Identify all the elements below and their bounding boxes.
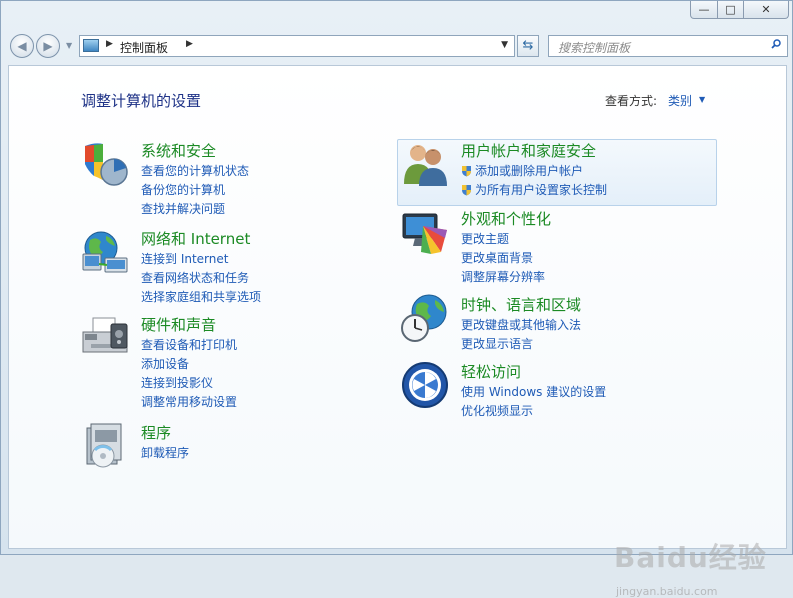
printer-icon[interactable] — [81, 314, 129, 362]
category-link[interactable]: 更改显示语言 — [461, 335, 533, 352]
category-link[interactable]: 更改主题 — [461, 230, 509, 247]
view-by-dropdown[interactable]: 类别 — [668, 92, 692, 109]
content-pane: 调整计算机的设置 查看方式: 类别 ▼ 系统和安全 查看您的计算机状态 备份您的… — [8, 65, 787, 598]
title-bar: — □ ✕ — [1, 1, 792, 29]
uac-shield-icon — [462, 166, 471, 177]
category-link[interactable]: 选择家庭组和共享选项 — [141, 288, 261, 305]
clock-globe-icon[interactable] — [401, 294, 449, 342]
category-title[interactable]: 系统和安全 — [141, 140, 216, 161]
uac-shield-icon — [462, 185, 471, 196]
category-link[interactable]: 查找并解决问题 — [141, 200, 225, 217]
recent-pages-dropdown-icon[interactable]: ▼ — [66, 41, 72, 50]
category-title[interactable]: 硬件和声音 — [141, 314, 216, 335]
appearance-icon[interactable] — [401, 208, 449, 256]
search-icon[interactable] — [771, 39, 781, 49]
category-link[interactable]: 添加或删除用户帐户 — [461, 162, 583, 179]
category-title[interactable]: 时钟、语言和区域 — [461, 294, 581, 315]
chevron-down-icon[interactable]: ▼ — [699, 95, 705, 104]
refresh-icon: ⇆ — [522, 38, 534, 53]
category-link[interactable]: 连接到投影仪 — [141, 374, 213, 391]
view-by-label: 查看方式: — [605, 94, 658, 108]
network-globe-icon[interactable] — [81, 228, 129, 276]
programs-icon[interactable] — [81, 422, 129, 470]
ease-of-access-icon[interactable] — [401, 361, 449, 409]
category-title[interactable]: 外观和个性化 — [461, 208, 551, 229]
category-title[interactable]: 程序 — [141, 422, 171, 443]
category-link[interactable]: 更改桌面背景 — [461, 249, 533, 266]
category-link[interactable]: 使用 Windows 建议的设置 — [461, 383, 606, 400]
category-title[interactable]: 轻松访问 — [461, 361, 521, 382]
control-panel-window: — □ ✕ ◀ ▶ ▼ ▶ 控制面板 ▶ ▼ ⇆ 搜索控制面板 调整计算机的设置… — [0, 0, 793, 598]
page-title: 调整计算机的设置 — [81, 92, 202, 110]
users-icon[interactable] — [401, 140, 449, 188]
category-link[interactable]: 添加设备 — [141, 355, 189, 372]
minimize-button[interactable]: — — [690, 1, 718, 19]
link-text[interactable]: 添加或删除用户帐户 — [475, 164, 583, 178]
refresh-button[interactable]: ⇆ — [517, 35, 539, 57]
category-link[interactable]: 连接到 Internet — [141, 250, 228, 267]
search-box[interactable]: 搜索控制面板 — [548, 35, 788, 57]
category-title[interactable]: 用户帐户和家庭安全 — [461, 140, 596, 161]
breadcrumb-control-panel[interactable]: 控制面板 — [120, 39, 168, 56]
baidu-watermark-url: jingyan.baidu.com — [616, 585, 718, 598]
baidu-watermark-logo: Baidu经验 — [614, 541, 767, 574]
category-link[interactable]: 卸载程序 — [141, 444, 189, 461]
link-text[interactable]: 为所有用户设置家长控制 — [475, 183, 607, 197]
security-shield-icon[interactable] — [81, 140, 129, 188]
forward-button[interactable]: ▶ — [36, 34, 60, 58]
close-button[interactable]: ✕ — [743, 1, 789, 19]
category-link[interactable]: 查看网络状态和任务 — [141, 269, 249, 286]
category-link[interactable]: 查看您的计算机状态 — [141, 162, 249, 179]
category-link[interactable]: 调整屏幕分辨率 — [461, 268, 545, 285]
category-title[interactable]: 网络和 Internet — [141, 228, 250, 249]
back-button[interactable]: ◀ — [10, 34, 34, 58]
maximize-button[interactable]: □ — [717, 1, 744, 19]
category-link[interactable]: 优化视频显示 — [461, 402, 533, 419]
chevron-right-icon[interactable]: ▶ — [186, 39, 193, 49]
navigation-bar: ◀ ▶ ▼ ▶ 控制面板 ▶ ▼ ⇆ 搜索控制面板 — [1, 31, 792, 63]
control-panel-icon — [83, 39, 99, 52]
category-link[interactable]: 更改键盘或其他输入法 — [461, 316, 581, 333]
address-bar[interactable]: ▶ 控制面板 ▶ ▼ — [79, 35, 515, 57]
category-link[interactable]: 调整常用移动设置 — [141, 393, 237, 410]
category-link[interactable]: 为所有用户设置家长控制 — [461, 181, 607, 198]
category-link[interactable]: 查看设备和打印机 — [141, 336, 237, 353]
address-dropdown-icon[interactable]: ▼ — [501, 40, 508, 50]
search-input[interactable]: 搜索控制面板 — [558, 39, 630, 56]
chevron-right-icon[interactable]: ▶ — [106, 39, 113, 49]
category-link[interactable]: 备份您的计算机 — [141, 181, 225, 198]
